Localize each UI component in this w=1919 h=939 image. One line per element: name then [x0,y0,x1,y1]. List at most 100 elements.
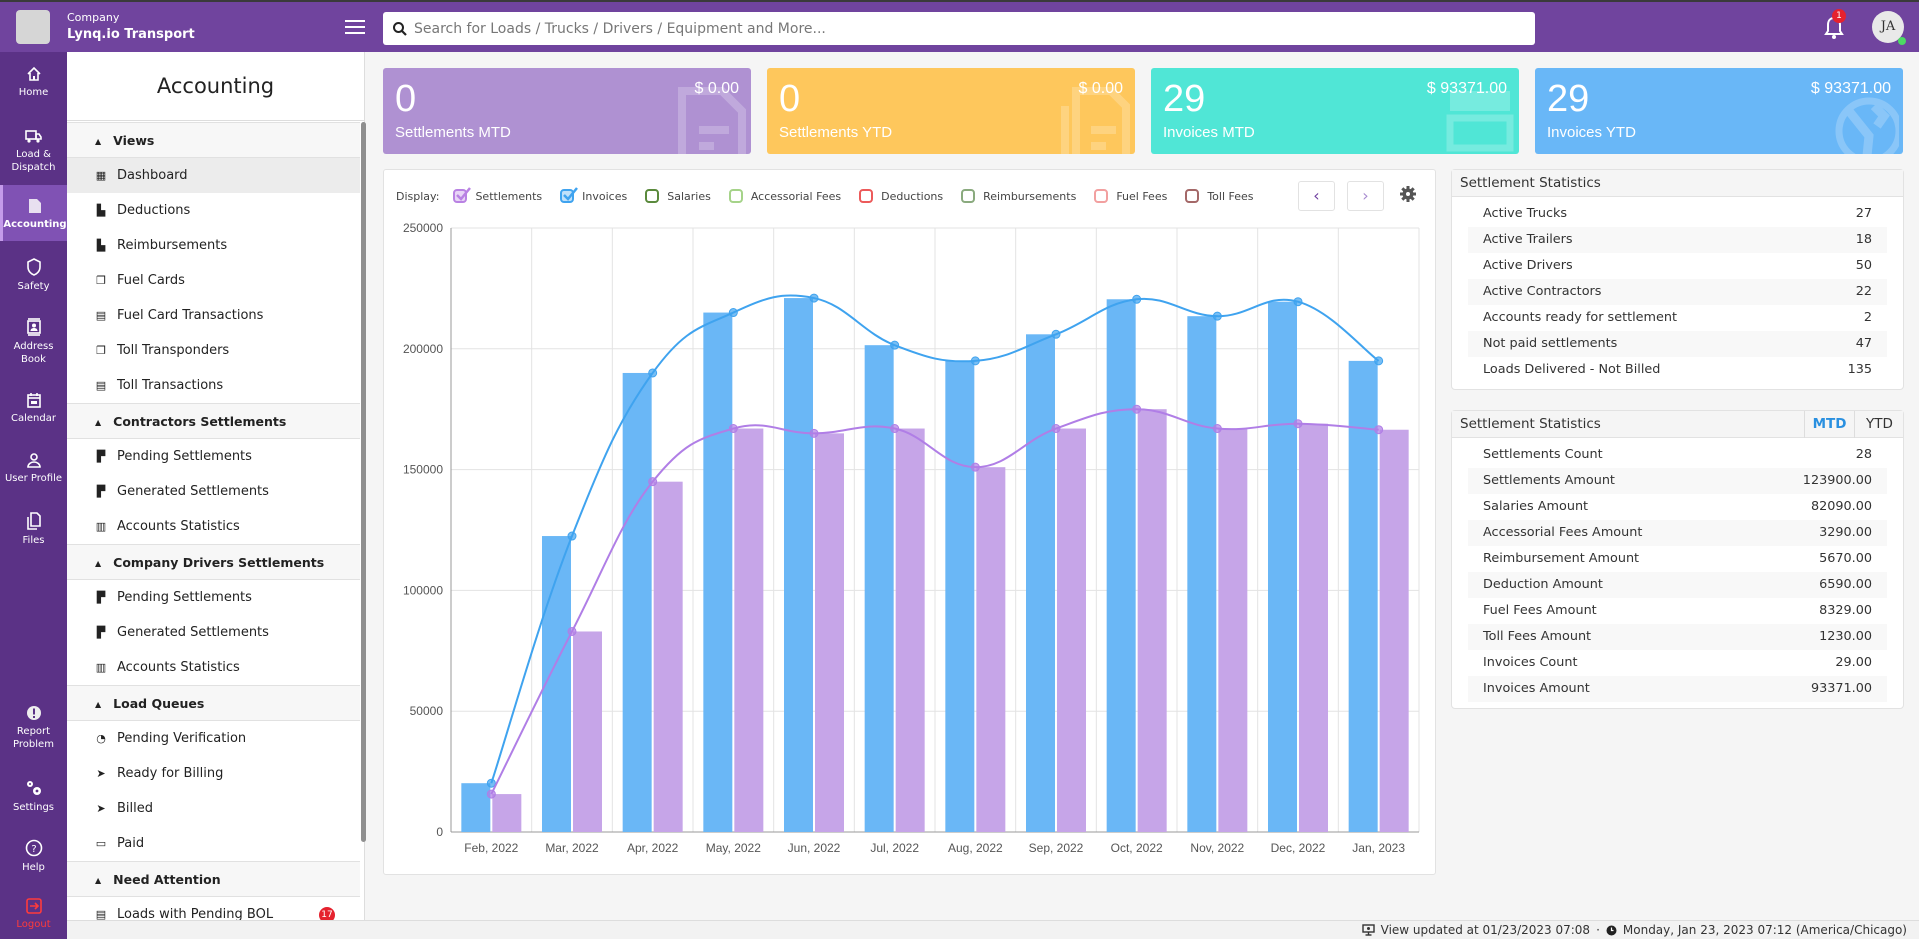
rail-item-user-profile[interactable]: User Profile [0,452,67,485]
rail-item-load-dispatch[interactable]: Load & Dispatch [0,128,67,174]
nav-item-reimbursements[interactable]: ▙ Reimbursements [67,228,360,263]
stat-row: Invoices Amount 93371.00 [1468,676,1887,702]
point-invoices [567,531,577,541]
nav-item-fuel-cards[interactable]: ❐ Fuel Cards [67,263,360,298]
checkbox[interactable] [859,189,874,203]
point-invoices [970,356,980,366]
nav-item-generated-settlements[interactable]: ▛ Generated Settlements [67,615,360,650]
stat-row: Not paid settlements 47 [1468,331,1887,357]
bar-invoices [784,298,813,833]
legend-toggle-accessorial-fees[interactable]: Accessorial Fees [728,189,841,203]
rail-label: Calendar [11,413,56,424]
user-icon [26,453,41,468]
nav-item-accounts-statistics[interactable]: ▥ Accounts Statistics [67,650,360,685]
stat-row: Fuel Fees Amount 8329.00 [1468,598,1887,624]
rail-item-files[interactable]: Files [0,512,67,547]
legend-toggle-reimbursements[interactable]: Reimbursements [961,189,1076,203]
checkbox[interactable] [728,189,743,203]
y-tick-label: 0 [436,825,443,839]
home-icon [26,66,41,81]
nav-item-generated-settlements[interactable]: ▛ Generated Settlements [67,474,360,509]
rail-item-safety[interactable]: Safety [0,258,67,293]
stat-row: Active Trucks 27 [1468,201,1887,227]
card-settlements-mtd[interactable]: 0 Settlements MTD $ 0.00 [383,68,751,154]
user-clock-icon: ◔ [96,732,106,745]
nav-section-views[interactable]: ▲ Views [67,122,360,158]
gear-icon[interactable] [1400,186,1416,202]
stat-value: 22 [1855,284,1872,299]
bar-settlements [895,428,925,832]
rail-item-accounting[interactable]: Accounting [0,185,67,241]
nav-item-ready-for-billing[interactable]: ➤ Ready for Billing [67,756,360,791]
checkbox[interactable] [1094,189,1109,203]
stat-label: Active Drivers [1483,258,1573,273]
legend-toggle-invoices[interactable]: Invoices [560,187,627,203]
card-invoices-mtd[interactable]: 29 Invoices MTD $ 93371.00 [1151,68,1519,154]
help-icon: ? [25,839,42,857]
subnav-scrollbar[interactable] [361,122,366,842]
nav-item-dashboard[interactable]: ▦ Dashboard [67,158,360,193]
rail-label: Logout [16,919,51,930]
stat-value: 82090.00 [1810,499,1872,514]
company-name: Lynq.io Transport [67,27,195,42]
nav-item-deductions[interactable]: ▙ Deductions [67,193,360,228]
nav-item-accounts-statistics[interactable]: ▥ Accounts Statistics [67,509,360,544]
svg-text:?: ? [31,844,36,855]
y-tick-label: 250000 [403,221,443,235]
prev-period-button[interactable]: ‹ [1298,181,1335,211]
rail-item-help[interactable]: ? Help [0,839,67,874]
rail-item-address-book[interactable]: Address Book [0,318,67,366]
checkbox[interactable] [645,189,660,203]
nav-item-pending-settlements[interactable]: ▛ Pending Settlements [67,580,360,615]
legend-toggle-settlements[interactable]: Settlements [453,187,543,203]
card-label: Settlements YTD [779,124,893,141]
nav-section-need-attention[interactable]: ▲ Need Attention [67,861,360,897]
stat-row: Toll Fees Amount 1230.00 [1468,624,1887,650]
nav-item-paid[interactable]: ▭ Paid [67,826,360,861]
search-input[interactable] [414,20,1514,37]
rail-item-report-problem[interactable]: Report Problem [0,705,67,751]
tab-ytd[interactable]: YTD [1854,411,1904,438]
nav-item-loads-with-pending-bol[interactable]: ▤ Loads with Pending BOL 17 [67,897,360,920]
point-invoices [1132,294,1142,304]
nav-item-pending-settlements[interactable]: ▛ Pending Settlements [67,439,360,474]
legend-toggle-deductions[interactable]: Deductions [859,189,943,203]
nav-item-toll-transactions[interactable]: ▤ Toll Transactions [67,368,360,403]
nav-item-fuel-card-transactions[interactable]: ▤ Fuel Card Transactions [67,298,360,333]
x-tick-label: Nov, 2022 [1190,841,1244,855]
rail-label: Report Problem [13,726,54,750]
company-logo[interactable] [16,10,50,44]
card-invoices-ytd[interactable]: 29 Invoices YTD $ 93371.00 [1535,68,1903,154]
checkbox[interactable] [1185,189,1200,203]
files-icon [26,512,41,530]
global-search[interactable] [383,12,1535,45]
nav-item-toll-transponders[interactable]: ❐ Toll Transponders [67,333,360,368]
legend-label: Reimbursements [983,189,1077,203]
checkbox[interactable] [961,189,976,203]
bar-settlements [1218,428,1248,832]
bar-invoices [1106,299,1136,833]
legend-toggle-toll-fees[interactable]: Toll Fees [1185,189,1254,203]
checkbox[interactable] [453,187,472,203]
legend-toggle-fuel-fees[interactable]: Fuel Fees [1094,189,1167,203]
rail-item-logout[interactable]: Logout [0,898,67,931]
rail-item-settings[interactable]: Settings [0,779,67,814]
rail-item-home[interactable]: Home [0,66,67,99]
checkbox[interactable] [560,187,579,203]
nav-section-contractors-settlements[interactable]: ▲ Contractors Settlements [67,403,360,439]
tab-mtd[interactable]: MTD [1804,411,1854,438]
nav-item-billed[interactable]: ➤ Billed [67,791,360,826]
menu-toggle-icon[interactable] [345,20,365,34]
rail-item-calendar[interactable]: Calendar [0,392,67,425]
nav-item-label: Fuel Cards [117,273,185,288]
caret-up-icon: ▲ [95,699,102,709]
legend-label: Settlements [475,189,543,203]
nav-section-company-drivers-settlements[interactable]: ▲ Company Drivers Settlements [67,544,360,580]
nav-item-pending-verification[interactable]: ◔ Pending Verification [67,721,360,756]
legend-toggle-salaries[interactable]: Salaries [645,189,711,203]
status-footer: View updated at 01/23/2023 07:08 · Monda… [67,920,1919,939]
next-period-button[interactable]: › [1347,181,1384,211]
point-invoices [1051,329,1061,339]
nav-section-load-queues[interactable]: ▲ Load Queues [67,685,360,721]
card-settlements-ytd[interactable]: 0 Settlements YTD $ 0.00 [767,68,1135,154]
